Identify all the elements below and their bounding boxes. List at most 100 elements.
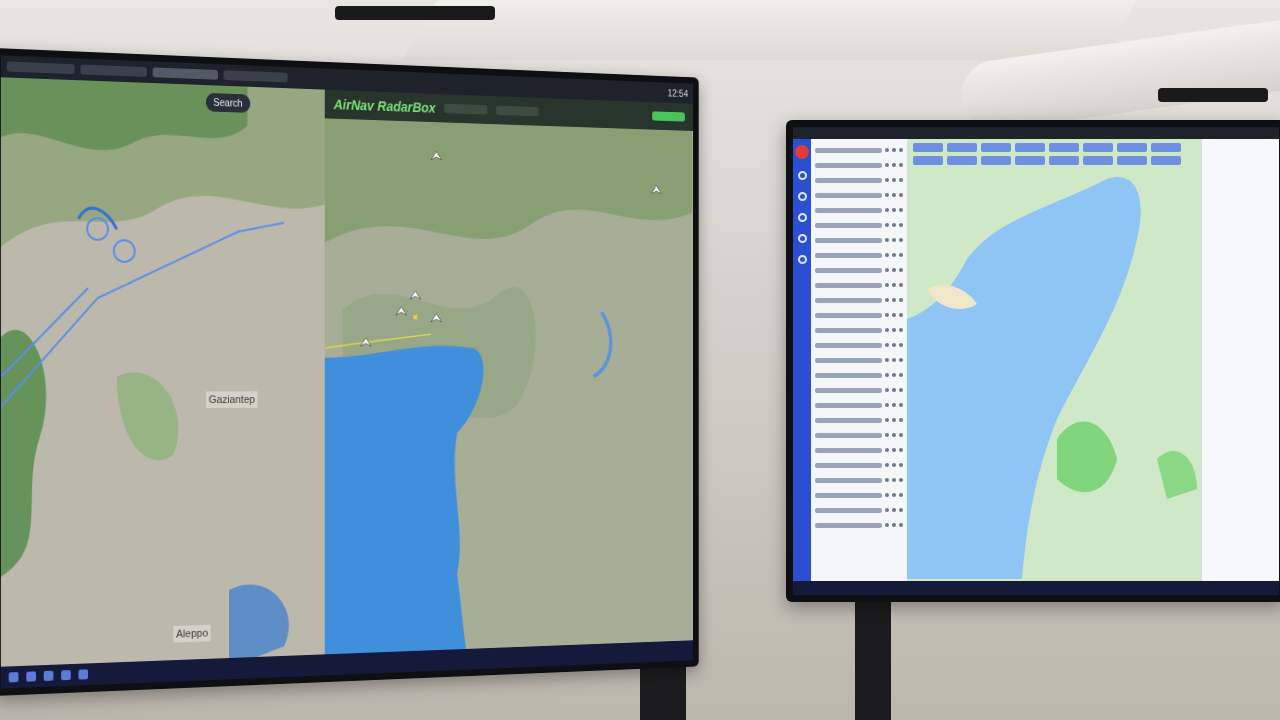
vehicle-tab[interactable] [913,156,943,165]
row-action-icon[interactable] [892,358,896,362]
row-action-icon[interactable] [892,493,896,497]
row-action-icon[interactable] [892,148,896,152]
row-action-icon[interactable] [899,148,903,152]
row-action-icon[interactable] [892,238,896,242]
search-button[interactable]: Search [206,93,250,113]
row-action-icon[interactable] [892,283,896,287]
row-action-icon[interactable] [892,163,896,167]
vehicle-tab[interactable] [1117,143,1147,152]
vehicle-tab[interactable] [981,143,1011,152]
row-action-icon[interactable] [885,493,889,497]
row-action-icon[interactable] [899,253,903,257]
row-action-icon[interactable] [892,478,896,482]
row-action-icon[interactable] [885,298,889,302]
row-action-icon[interactable] [885,328,889,332]
row-action-icon[interactable] [892,193,896,197]
row-action-icon[interactable] [892,433,896,437]
row-action-icon[interactable] [899,163,903,167]
vehicle-tab[interactable] [1083,156,1113,165]
row-action-icon[interactable] [899,238,903,242]
vehicle-tab[interactable] [1151,143,1181,152]
vehicle-row[interactable] [815,520,903,530]
vehicle-row[interactable] [815,175,903,185]
row-action-icon[interactable] [899,463,903,467]
row-action-icon[interactable] [899,433,903,437]
row-action-icon[interactable] [885,523,889,527]
row-action-icon[interactable] [892,418,896,422]
row-action-icon[interactable] [899,283,903,287]
vehicle-tab[interactable] [913,143,943,152]
fleet-map[interactable] [907,139,1201,581]
row-action-icon[interactable] [885,148,889,152]
vehicle-row[interactable] [815,415,903,425]
row-action-icon[interactable] [885,418,889,422]
row-action-icon[interactable] [892,223,896,227]
row-action-icon[interactable] [892,448,896,452]
vehicle-row[interactable] [815,385,903,395]
vehicle-row[interactable] [815,190,903,200]
vehicle-tab[interactable] [1015,156,1045,165]
row-action-icon[interactable] [885,223,889,227]
row-action-icon[interactable] [892,403,896,407]
row-action-icon[interactable] [885,448,889,452]
row-action-icon[interactable] [899,373,903,377]
row-action-icon[interactable] [892,388,896,392]
row-action-icon[interactable] [885,403,889,407]
vehicle-row[interactable] [815,505,903,515]
vehicle-tab[interactable] [1083,143,1113,152]
row-action-icon[interactable] [899,508,903,512]
row-action-icon[interactable] [899,313,903,317]
vehicle-tab[interactable] [947,143,977,152]
vehicle-row[interactable] [815,265,903,275]
row-action-icon[interactable] [885,508,889,512]
row-action-icon[interactable] [892,253,896,257]
row-action-icon[interactable] [899,493,903,497]
row-action-icon[interactable] [899,388,903,392]
row-action-icon[interactable] [885,163,889,167]
row-action-icon[interactable] [899,268,903,272]
row-action-icon[interactable] [885,193,889,197]
row-action-icon[interactable] [885,208,889,212]
row-action-icon[interactable] [899,298,903,302]
row-action-icon[interactable] [892,343,896,347]
row-action-icon[interactable] [885,358,889,362]
row-action-icon[interactable] [892,298,896,302]
row-action-icon[interactable] [892,313,896,317]
row-action-icon[interactable] [899,178,903,182]
vehicle-row[interactable] [815,475,903,485]
vehicle-tab[interactable] [1049,143,1079,152]
vehicle-row[interactable] [815,310,903,320]
row-action-icon[interactable] [892,463,896,467]
row-action-icon[interactable] [899,193,903,197]
vehicle-row[interactable] [815,205,903,215]
terrain-map[interactable]: Search Gaziantep Aleppo [1,77,325,666]
vehicle-row[interactable] [815,160,903,170]
vehicle-row[interactable] [815,460,903,470]
radar-map[interactable] [325,118,693,654]
vehicle-row[interactable] [815,355,903,365]
row-action-icon[interactable] [885,238,889,242]
vehicle-row[interactable] [815,370,903,380]
row-action-icon[interactable] [899,418,903,422]
vehicle-tab[interactable] [981,156,1011,165]
row-action-icon[interactable] [885,253,889,257]
row-action-icon[interactable] [892,523,896,527]
row-action-icon[interactable] [899,343,903,347]
vehicle-row[interactable] [815,430,903,440]
vehicle-row[interactable] [815,145,903,155]
vehicle-row[interactable] [815,325,903,335]
vehicle-tab[interactable] [1117,156,1147,165]
row-action-icon[interactable] [885,283,889,287]
row-action-icon[interactable] [892,208,896,212]
vehicle-row[interactable] [815,490,903,500]
row-action-icon[interactable] [885,313,889,317]
row-action-icon[interactable] [899,523,903,527]
row-action-icon[interactable] [885,268,889,272]
vehicle-tab[interactable] [1151,156,1181,165]
vehicle-row[interactable] [815,340,903,350]
vehicle-row[interactable] [815,400,903,410]
row-action-icon[interactable] [899,448,903,452]
row-action-icon[interactable] [885,478,889,482]
vehicle-row[interactable] [815,220,903,230]
row-action-icon[interactable] [892,373,896,377]
